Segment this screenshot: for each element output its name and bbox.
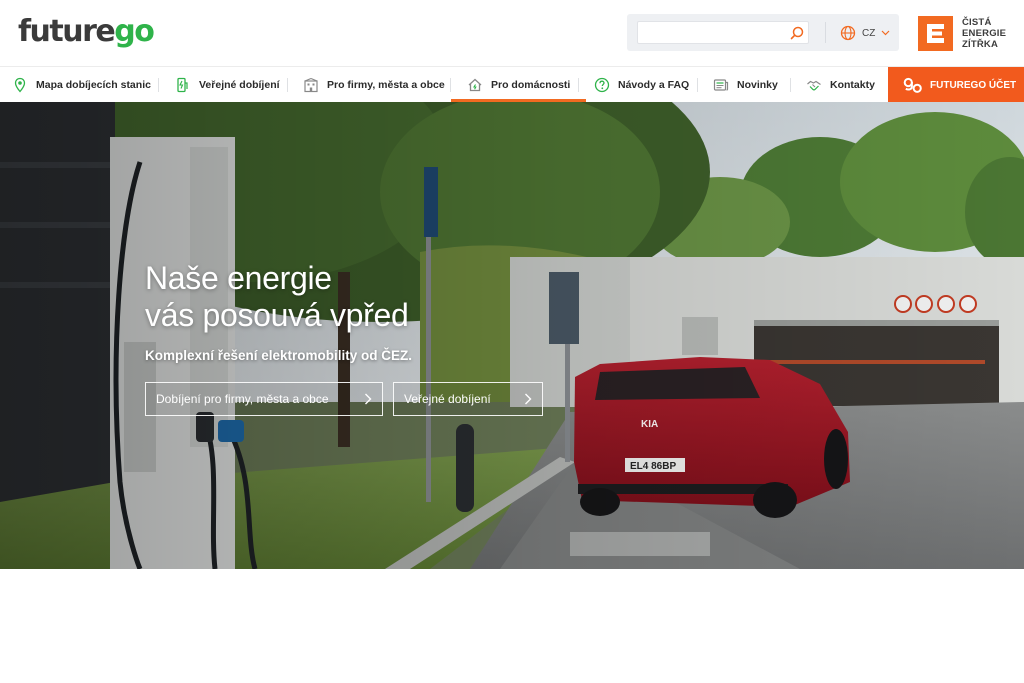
nav-divider — [158, 78, 159, 92]
building-icon — [304, 77, 318, 92]
hero-button-firmy[interactable]: Dobíjení pro firmy, města a obce — [145, 382, 383, 416]
nav-divider — [287, 78, 288, 92]
nav-item-label: Pro domácnosti — [491, 78, 571, 91]
hero-title: Naše energie vás posouvá vpřed — [145, 260, 409, 334]
nav-divider — [578, 78, 579, 92]
hero-button-verejne[interactable]: Veřejné dobíjení — [393, 382, 543, 416]
language-selector[interactable]: CZ — [840, 23, 890, 43]
hero-button-label: Veřejné dobíjení — [404, 392, 491, 406]
nav-item-novinky[interactable]: Novinky — [713, 67, 778, 102]
nav-item-mapa[interactable]: Mapa dobíjecích stanic — [12, 67, 151, 102]
top-bar: futurego CZ ČISTÁ ENERGIE ZÍTŘKA — [0, 0, 1024, 66]
nav-item-verejne[interactable]: Veřejné dobíjení — [175, 67, 280, 102]
nav-item-label: Mapa dobíjecích stanic — [36, 78, 151, 91]
globe-icon — [840, 25, 856, 41]
search-divider — [825, 22, 826, 43]
nav-divider — [450, 78, 451, 92]
house-icon — [468, 78, 482, 91]
search-icon[interactable] — [789, 25, 805, 41]
language-code: CZ — [862, 27, 876, 39]
hero-background-photo: EL4 86BP KIA — [0, 102, 1024, 569]
chevron-right-icon — [525, 393, 532, 405]
logo-text-go: go — [114, 14, 155, 49]
account-button-label: FUTUREGO ÚČET — [930, 79, 1017, 91]
hero-title-line1: Naše energie — [145, 260, 332, 296]
nav-item-firmy[interactable]: Pro firmy, města a obce — [303, 67, 445, 102]
search-bar: CZ — [627, 14, 899, 51]
cez-slogan-line3: ZÍTŘKA — [962, 38, 999, 50]
cez-slogan-line2: ENERGIE — [962, 27, 1007, 39]
go-logo-icon — [903, 77, 922, 93]
cez-logo[interactable]: ČISTÁ ENERGIE ZÍTŘKA — [918, 14, 1006, 52]
main-nav: Mapa dobíjecích stanic Veřejné dobíjení … — [0, 66, 1024, 103]
nav-item-label: Veřejné dobíjení — [199, 78, 280, 91]
futurego-account-button[interactable]: FUTUREGO ÚČET — [888, 67, 1024, 103]
nav-item-kontakty[interactable]: Kontakty — [806, 67, 875, 102]
nav-item-label: Pro firmy, města a obce — [327, 78, 445, 91]
car-brand-logo: KIA — [641, 419, 658, 430]
car-license-plate: EL4 86BP — [630, 461, 676, 472]
logo-text-future: future — [18, 14, 116, 49]
hero-banner: EL4 86BP KIA Naše energie vás posouvá vp… — [0, 102, 1024, 569]
nav-item-label: Kontakty — [830, 78, 875, 91]
hero-subtitle: Komplexní řešení elektromobility od ČEZ. — [145, 348, 413, 363]
chevron-right-icon — [365, 393, 372, 405]
chevron-down-icon — [881, 30, 890, 36]
nav-item-navody[interactable]: Návody a FAQ — [594, 67, 689, 102]
charger-icon — [177, 77, 188, 92]
nav-item-label: Návody a FAQ — [618, 78, 690, 91]
question-icon — [594, 77, 610, 92]
cez-slogan-line1: ČISTÁ — [962, 16, 992, 28]
news-icon — [713, 78, 729, 91]
search-input[interactable] — [637, 21, 809, 44]
nav-item-label: Novinky — [737, 78, 778, 91]
cez-slogan: ČISTÁ ENERGIE ZÍTŘKA — [962, 17, 1006, 50]
hero-title-line2: vás posouvá vpřed — [145, 297, 409, 333]
nav-item-domacnosti[interactable]: Pro domácnosti — [450, 67, 587, 102]
map-pin-icon — [14, 77, 26, 93]
hero-button-label: Dobíjení pro firmy, města a obce — [156, 392, 329, 406]
cez-logo-mark — [918, 15, 953, 51]
handshake-icon — [807, 80, 821, 90]
futurego-logo[interactable]: futurego — [18, 14, 155, 50]
nav-divider — [697, 78, 698, 92]
nav-divider — [790, 78, 791, 92]
